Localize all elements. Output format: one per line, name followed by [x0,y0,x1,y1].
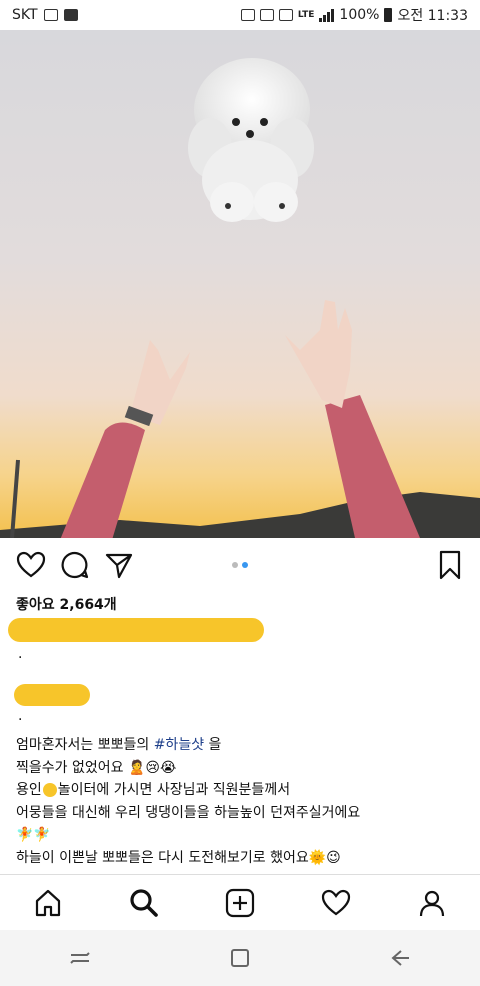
caption-dot: . [18,708,23,724]
flying-dog [188,58,314,222]
comment-icon[interactable] [60,550,90,580]
post-photo[interactable] [0,30,480,538]
back-icon[interactable] [387,945,413,971]
redaction-mark-comment [8,618,264,642]
carousel-dot [232,562,238,568]
system-nav-bar [0,930,480,986]
mute-icon [259,9,274,21]
bottom-nav [0,874,480,930]
redaction-mark-username [14,684,90,706]
status-left: SKT [12,7,241,23]
heart-icon[interactable] [16,550,46,580]
caption-text: 을 [204,737,222,753]
caption-text: 놀이터에 가시면 사장님과 직원분들께서 [57,782,291,798]
likes-count[interactable]: 좋아요 2,664개 [16,594,117,614]
network-type: LTE [297,9,315,20]
carrier-label: SKT [12,7,38,23]
comment-dot: . [18,646,23,662]
battery-percent: 100% [339,7,380,23]
carousel-dot-active [242,562,248,568]
bookmark-icon[interactable] [436,550,464,580]
caption-text: 용인 [16,782,42,798]
add-post-icon[interactable] [224,887,256,919]
post-actions [0,538,480,592]
search-icon[interactable] [128,887,160,919]
caption-line: 찍을수가 없었어요 🙎😢😭 [16,759,177,776]
clock: 오전 11:33 [397,8,468,24]
signal-icon [319,8,335,22]
dog-sky-photo [0,30,480,538]
alarm-icon [240,9,255,21]
status-bar: SKT LTE 100% 오전 11:33 [0,0,480,30]
battery-icon [384,8,393,22]
hashtag-link[interactable]: #하늘샷 [154,737,204,753]
redaction-mark-place [42,783,57,797]
overview-icon[interactable] [227,945,253,971]
caption-text: 엄마혼자서는 뽀뽀들의 [16,737,154,753]
recents-icon[interactable] [67,945,93,971]
status-right: LTE 100% 오전 11:33 [240,5,468,25]
activity-notification-icon [63,9,78,21]
send-icon[interactable] [104,550,134,580]
home-icon[interactable] [32,887,64,919]
gallery-notification-icon [43,9,58,21]
activity-heart-icon[interactable] [320,887,352,919]
caption-line: 🧚🧚 [16,827,51,843]
caption-line: 어뭉들을 대신해 우리 댕댕이들을 하늘높이 던져주실거에요 [16,804,361,821]
caption-line: 용인 놀이터에 가시면 사장님과 직원분들께서 [16,779,468,802]
carousel-indicator [232,562,248,568]
caption-line: 하늘이 이쁜날 뽀뽀들은 다시 도전해보기로 했어요🌞😉 [16,849,341,866]
hd-voice-icon [278,9,293,21]
post-caption: 엄마혼자서는 뽀뽀들의 #하늘샷 을 찍을수가 없었어요 🙎😢😭 용인 놀이터에 … [16,734,468,869]
profile-icon[interactable] [416,887,448,919]
caption-line: 엄마혼자서는 뽀뽀들의 #하늘샷 을 [16,734,468,757]
